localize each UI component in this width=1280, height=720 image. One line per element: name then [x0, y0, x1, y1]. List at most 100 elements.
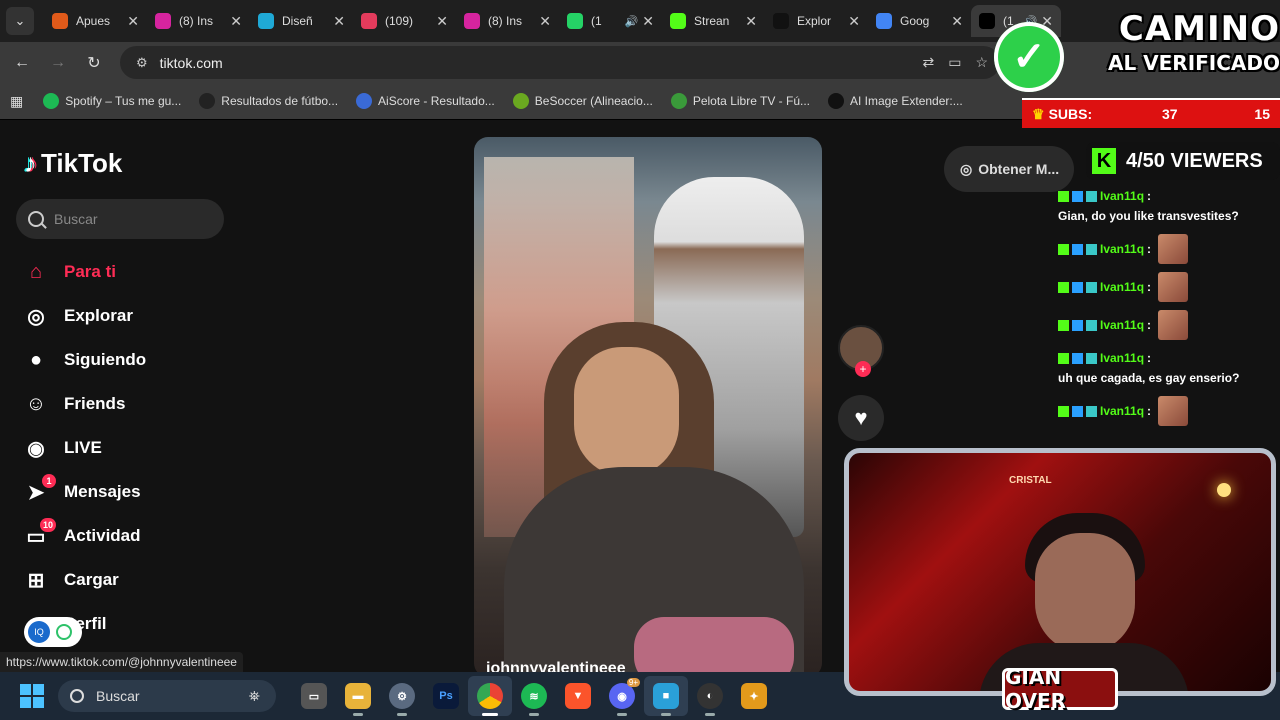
chrome-app[interactable]	[468, 676, 512, 716]
chat-separator: :	[1147, 351, 1152, 365]
close-tab-icon[interactable]: ✕	[230, 13, 242, 30]
close-tab-icon[interactable]: ✕	[951, 13, 963, 30]
verified-check-icon: ✓	[994, 22, 1064, 92]
bookmark-item[interactable]: Spotify – Tus me gu...	[43, 93, 181, 109]
bookmark-item[interactable]: BeSoccer (Alineacio...	[512, 93, 653, 109]
browser-tab[interactable]: (8) Ins ✕	[456, 5, 559, 37]
chat-message: Ivan11q:	[1058, 272, 1280, 302]
discord-app[interactable]: ◉ 9+	[600, 676, 644, 716]
browser-tab[interactable]: (109) ✕	[353, 5, 456, 37]
running-indicator	[353, 713, 363, 716]
streamer-face	[1035, 533, 1135, 653]
status-url: https://www.tiktok.com/@johnnyvalentinee…	[0, 652, 243, 672]
tab-title: Explor	[797, 14, 832, 28]
sidebar-item-label: Friends	[64, 394, 126, 413]
chrome-icon	[477, 683, 503, 709]
badge-icon	[1086, 243, 1097, 255]
browser-tab[interactable]: Goog ✕	[868, 5, 971, 37]
sidebar-item-siguiendo[interactable]: ● Siguiendo	[20, 338, 146, 382]
photoshop-app[interactable]: Ps	[424, 676, 468, 716]
tab-favicon-icon	[464, 13, 480, 29]
bookmark-item[interactable]: Resultados de fútbo...	[199, 93, 338, 109]
bookmark-favicon-icon	[828, 93, 844, 109]
apps-grid-icon[interactable]: ▦	[10, 93, 23, 110]
emote-icon	[1158, 272, 1189, 302]
running-indicator	[397, 713, 407, 716]
notification-badge: 9+	[626, 678, 640, 687]
address-bar[interactable]: ⚙ tiktok.com ⇄ ▭ ☆	[120, 46, 1000, 79]
video-player[interactable]	[474, 137, 822, 672]
emote-icon	[1158, 310, 1189, 340]
get-app-label: Obtener M...	[978, 161, 1060, 177]
sidebar-item-mensajes[interactable]: ➤ 1 Mensajes	[20, 470, 146, 514]
browser-tab[interactable]: Explor ✕	[765, 5, 868, 37]
badge-icon	[1058, 281, 1069, 293]
chat-message: Ivan11q: uh que cagada, es gay enserio?	[1058, 348, 1280, 388]
video-app[interactable]: ■	[644, 676, 688, 716]
chat-message: Ivan11q:	[1058, 396, 1280, 426]
video-actions: + ♥	[838, 325, 884, 441]
chat-username: Ivan11q	[1100, 318, 1145, 332]
browser-tab[interactable]: Diseñ ✕	[250, 5, 353, 37]
badge-icon	[1086, 405, 1097, 417]
start-button[interactable]	[20, 684, 44, 708]
close-tab-icon[interactable]: ✕	[642, 13, 654, 30]
forward-button[interactable]: →	[40, 45, 76, 81]
sidebar-item-explorar[interactable]: ◎ Explorar	[20, 294, 146, 338]
close-tab-icon[interactable]: ✕	[436, 13, 448, 30]
chat-username: Ivan11q	[1100, 351, 1145, 365]
badge-icon	[1086, 281, 1097, 293]
sidebar-item-cargar[interactable]: ⊞ Cargar	[20, 558, 146, 602]
tab-search-button[interactable]: ⌄	[6, 7, 34, 35]
sidebar-item-live[interactable]: ◉ LIVE	[20, 426, 146, 470]
task-view-app[interactable]: ▭	[292, 676, 336, 716]
browser-tab[interactable]: (8) Ins ✕	[147, 5, 250, 37]
bookmark-label: BeSoccer (Alineacio...	[534, 94, 653, 108]
bookmark-item[interactable]: AI Image Extender:...	[828, 93, 963, 109]
translate-icon[interactable]: ⇄	[922, 54, 934, 71]
video-username[interactable]: johnnyvalentineee	[486, 660, 626, 672]
obs-app[interactable]: ◐	[688, 676, 732, 716]
chat-text: Gian, do you like transvestites?	[1058, 209, 1239, 223]
install-app-icon[interactable]: ▭	[948, 54, 961, 71]
sidebar-item-friends[interactable]: ☺ Friends	[20, 382, 146, 426]
bookmark-favicon-icon	[356, 93, 373, 109]
bookmark-label: AI Image Extender:...	[850, 94, 963, 108]
bookmark-star-icon[interactable]: ☆	[975, 54, 988, 71]
brave-app[interactable]: ▼	[556, 676, 600, 716]
site-info-icon[interactable]: ⚙	[136, 55, 148, 71]
spotify-app[interactable]: ≋	[512, 676, 556, 716]
extension-toggle[interactable]: IQ	[24, 617, 82, 647]
search-icon	[70, 689, 84, 703]
badge-icon	[1072, 243, 1083, 255]
bookmark-item[interactable]: Pelota Libre TV - Fú...	[670, 93, 810, 109]
browser-tab[interactable]: (1 🔊✕	[559, 5, 662, 37]
settings-app[interactable]: ⚙	[380, 676, 424, 716]
like-button[interactable]: ♥	[838, 395, 884, 441]
cs-icon: ✦	[741, 683, 767, 709]
follow-plus-icon[interactable]: +	[855, 361, 871, 377]
close-tab-icon[interactable]: ✕	[127, 13, 139, 30]
sidebar-item-para-ti[interactable]: ⌂ Para ti	[20, 250, 146, 294]
heart-icon: ♥	[854, 405, 868, 430]
browser-tab[interactable]: Apues ✕	[44, 5, 147, 37]
back-button[interactable]: ←	[4, 45, 40, 81]
close-tab-icon[interactable]: ✕	[848, 13, 860, 30]
counter-strike-app[interactable]: ✦	[732, 676, 776, 716]
file-explorer-app[interactable]: ▬	[336, 676, 380, 716]
sidebar-item-actividad[interactable]: ▭ 10 Actividad	[20, 514, 146, 558]
creator-avatar[interactable]: +	[838, 325, 884, 377]
bookmark-item[interactable]: AiScore - Resultado...	[356, 93, 495, 109]
chat-message: Ivan11q:	[1058, 310, 1280, 340]
get-app-button[interactable]: ◎ Obtener M...	[944, 146, 1074, 192]
browser-tab[interactable]: Strean ✕	[662, 5, 765, 37]
search-input[interactable]: Buscar	[16, 199, 224, 239]
taskbar-search[interactable]: Buscar ⛯	[58, 680, 276, 712]
close-tab-icon[interactable]: ✕	[745, 13, 757, 30]
close-tab-icon[interactable]: ✕	[539, 13, 551, 30]
reload-button[interactable]: ↻	[76, 45, 112, 81]
chat-separator: :	[1147, 318, 1152, 332]
close-tab-icon[interactable]: ✕	[333, 13, 345, 30]
tiktok-logo[interactable]: ♪ TikTok	[24, 148, 122, 179]
speaker-icon[interactable]: 🔊	[625, 15, 639, 28]
